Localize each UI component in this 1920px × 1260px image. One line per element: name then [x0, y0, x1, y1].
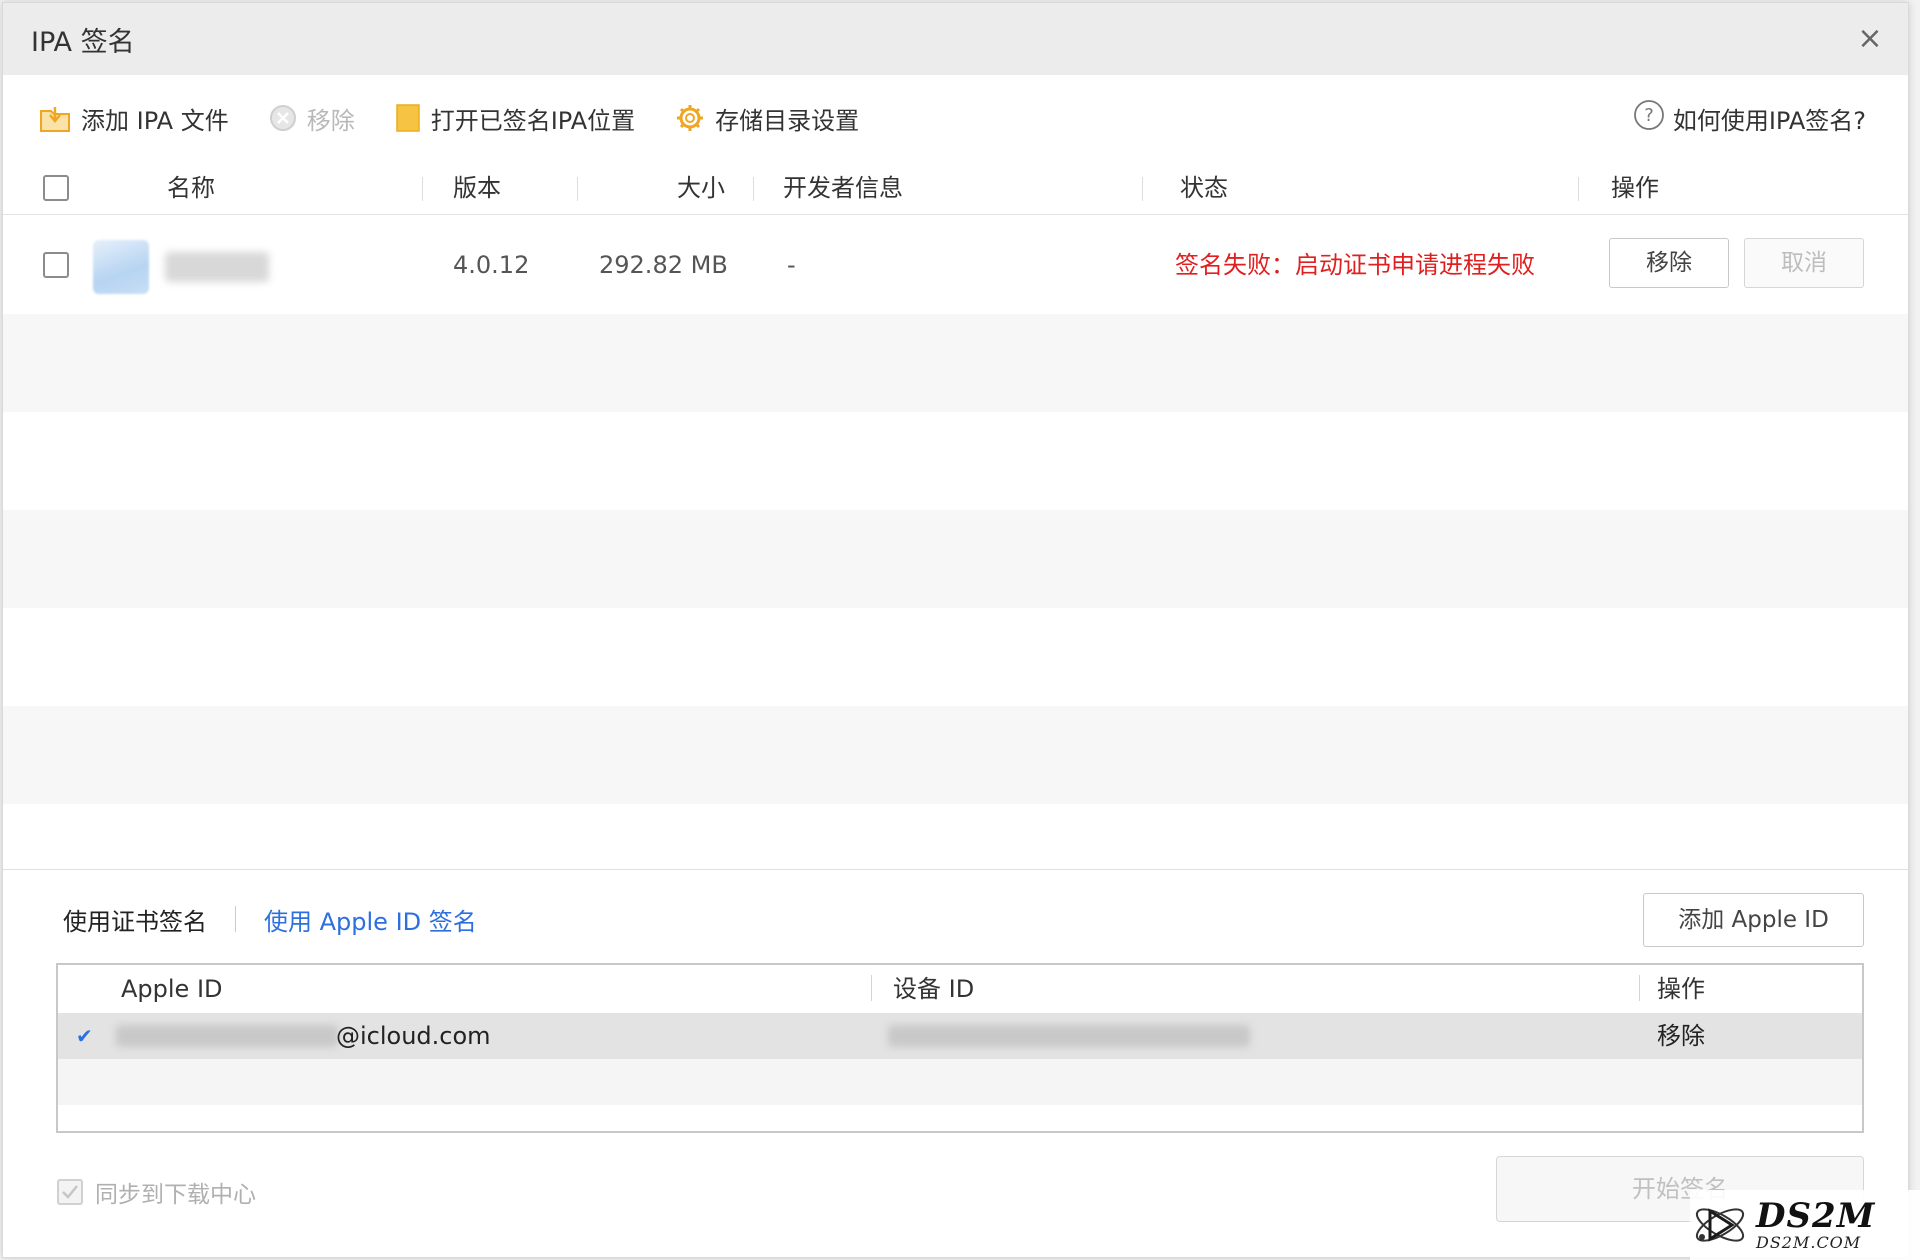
selected-check-icon: ✔: [76, 1024, 93, 1048]
remove-circle-icon: [269, 104, 297, 132]
storage-settings-label: 存储目录设置: [715, 106, 860, 135]
add-ipa-label: 添加 IPA 文件: [81, 106, 229, 135]
sync-checkbox[interactable]: [57, 1179, 83, 1205]
svg-text:?: ?: [1644, 105, 1654, 126]
sync-download-center[interactable]: 同步到下载中心: [57, 1175, 256, 1209]
tab-apple-id-sign[interactable]: 使用 Apple ID 签名: [264, 902, 477, 937]
empty-row: [3, 510, 1908, 608]
open-signed-location-button[interactable]: 打开已签名IPA位置: [395, 101, 635, 136]
app-name-redacted: [165, 252, 269, 282]
empty-row: [3, 608, 1908, 706]
row-version: 4.0.12: [453, 251, 530, 279]
watermark-text: DS2M DS2M.COM: [1756, 1199, 1875, 1251]
header-version: 版本: [453, 174, 501, 202]
atom-logo-icon: [1695, 1208, 1745, 1242]
header-separator: [1142, 177, 1143, 201]
row-cancel-button[interactable]: 取消: [1744, 238, 1864, 288]
add-apple-id-button[interactable]: 添加 Apple ID: [1643, 893, 1864, 947]
dialog-title: IPA 签名: [31, 26, 135, 58]
section-divider: [3, 869, 1908, 870]
sync-label: 同步到下载中心: [95, 1182, 256, 1208]
folder-add-icon: [39, 103, 71, 133]
toolbar: 添加 IPA 文件 移除 打开已签名IPA位置 存储目录设置 ? 如何使用IPA…: [3, 75, 1908, 161]
ipa-sign-dialog: IPA 签名 × 添加 IPA 文件 移除 打开已签名IPA位置 存储目录设置 …: [2, 2, 1909, 1258]
watermark-big: DS2M: [1756, 1196, 1876, 1236]
header-separator: [1639, 975, 1640, 1001]
help-link[interactable]: ? 如何使用IPA签名?: [1633, 99, 1866, 137]
header-separator: [871, 975, 872, 1001]
empty-row: [3, 412, 1908, 510]
close-icon[interactable]: ×: [1856, 24, 1884, 54]
header-separator: [753, 177, 754, 201]
header-name: 名称: [167, 174, 215, 202]
select-all-checkbox[interactable]: [43, 175, 69, 201]
watermark-logo: DS2M DS2M.COM: [1690, 1190, 1920, 1260]
row-status: 签名失败：启动证书申请进程失败: [1175, 251, 1535, 279]
header-status: 状态: [1180, 174, 1228, 202]
header-separator: [1578, 177, 1579, 201]
row-checkbox[interactable]: [43, 252, 69, 278]
gear-icon: [675, 103, 705, 133]
apple-id-table: Apple ID 设备 ID 操作 ✔ @icloud.com 移除: [56, 963, 1864, 1133]
apple-id-row[interactable]: ✔ @icloud.com 移除: [58, 1013, 1862, 1059]
empty-row: [3, 314, 1908, 412]
header-device-id: 设备 ID: [893, 975, 975, 1003]
apple-id-remove-link[interactable]: 移除: [1657, 1013, 1705, 1059]
folder-icon: [395, 103, 421, 133]
sign-method-tabs: 使用证书签名 使用 Apple ID 签名: [63, 897, 477, 941]
row-remove-button[interactable]: 移除: [1609, 238, 1729, 288]
app-icon: [93, 240, 149, 294]
ipa-table-header: 名称 版本 大小 开发者信息 状态 操作: [3, 161, 1908, 215]
apple-id-table-header: Apple ID 设备 ID 操作: [58, 965, 1862, 1013]
apple-id-redacted: [116, 1025, 338, 1047]
watermark-small: DS2M.COM: [1756, 1233, 1862, 1252]
header-actions: 操作: [1657, 975, 1705, 1003]
header-actions: 操作: [1611, 174, 1659, 202]
header-size: 大小: [677, 174, 725, 202]
background-edge: [1909, 0, 1920, 260]
tab-separator: [235, 906, 236, 932]
empty-row: [58, 1059, 1862, 1105]
title-bar: IPA 签名 ×: [3, 3, 1908, 75]
add-ipa-button[interactable]: 添加 IPA 文件: [39, 101, 229, 136]
remove-button[interactable]: 移除: [269, 101, 355, 136]
empty-row: [3, 706, 1908, 804]
storage-settings-button[interactable]: 存储目录设置: [675, 101, 859, 136]
header-developer: 开发者信息: [783, 174, 903, 202]
remove-label: 移除: [306, 106, 355, 135]
row-size: 292.82 MB: [599, 251, 728, 279]
apple-id-email-suffix: @icloud.com: [336, 1022, 491, 1050]
device-id-redacted: [888, 1025, 1250, 1047]
table-row: 4.0.12 292.82 MB - 签名失败：启动证书申请进程失败 移除 取消: [3, 216, 1908, 314]
help-label: 如何使用IPA签名?: [1672, 106, 1866, 135]
question-circle-icon: ?: [1633, 99, 1665, 137]
open-signed-location-label: 打开已签名IPA位置: [430, 106, 636, 135]
header-separator: [577, 177, 578, 201]
row-developer: -: [787, 251, 796, 279]
header-separator: [422, 177, 423, 201]
header-apple-id: Apple ID: [121, 975, 223, 1003]
tab-certificate-sign[interactable]: 使用证书签名: [63, 902, 207, 937]
